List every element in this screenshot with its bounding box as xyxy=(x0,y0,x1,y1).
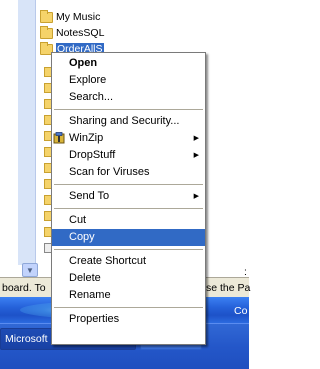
tree-item-notessql[interactable]: NotesSQL xyxy=(40,25,105,40)
menu-item-properties[interactable]: Properties xyxy=(52,311,205,328)
menu-item-search[interactable]: Search... xyxy=(52,89,205,106)
menu-separator xyxy=(54,307,203,308)
menu-item-label: Sharing and Security... xyxy=(69,115,180,127)
menu-item-cut[interactable]: Cut xyxy=(52,212,205,229)
menu-separator xyxy=(54,109,203,110)
menu-item-label: Open xyxy=(69,57,98,69)
menu-item-label: Rename xyxy=(69,289,111,301)
menu-item-label: Create Shortcut xyxy=(69,255,147,267)
submenu-arrow-icon: ▶ xyxy=(193,152,199,159)
folder-icon xyxy=(40,25,53,39)
menu-item-label: Scan for Viruses xyxy=(69,166,150,178)
tree-item-label: My Music xyxy=(56,10,101,23)
document-text-left: board. To xyxy=(2,282,46,294)
menu-item-sharing-security[interactable]: Sharing and Security... xyxy=(52,113,205,130)
submenu-arrow-icon: ▶ xyxy=(193,135,199,142)
menu-item-label: DropStuff xyxy=(69,149,116,161)
banner-text: Co xyxy=(234,305,248,317)
menu-item-rename[interactable]: Rename xyxy=(52,287,205,304)
menu-item-label: Search... xyxy=(69,91,114,103)
tree-item-my-music[interactable]: My Music xyxy=(40,9,101,24)
tree-item-label: NotesSQL xyxy=(56,26,105,39)
menu-item-copy[interactable]: Copy xyxy=(52,229,205,246)
chevron-down-icon: ▼ xyxy=(26,265,34,275)
document-text-right: se the Pa xyxy=(206,282,251,294)
submenu-arrow-icon: ▶ xyxy=(193,193,199,200)
menu-item-label: Properties xyxy=(69,313,120,325)
menu-separator xyxy=(54,184,203,185)
menu-item-dropstuff[interactable]: DropStuff ▶ xyxy=(52,147,205,164)
menu-item-delete[interactable]: Delete xyxy=(52,270,205,287)
menu-separator xyxy=(54,249,203,250)
winzip-icon xyxy=(53,132,65,144)
menu-item-explore[interactable]: Explore xyxy=(52,72,205,89)
menu-item-winzip[interactable]: WinZip ▶ xyxy=(52,130,205,147)
context-menu: Open Explore Search... Sharing and Secur… xyxy=(51,52,206,345)
menu-item-label: Delete xyxy=(69,272,101,284)
folder-icon xyxy=(40,9,53,23)
menu-item-send-to[interactable]: Send To ▶ xyxy=(52,188,205,205)
scroll-down-button[interactable]: ▼ xyxy=(22,263,38,277)
menu-item-label: Copy xyxy=(69,231,95,243)
menu-item-create-shortcut[interactable]: Create Shortcut xyxy=(52,253,205,270)
menu-item-label: Cut xyxy=(69,214,87,226)
menu-item-open[interactable]: Open xyxy=(52,55,205,72)
menu-separator xyxy=(54,208,203,209)
menu-item-scan-viruses[interactable]: Scan for Viruses xyxy=(52,164,205,181)
menu-item-label: Explore xyxy=(69,74,107,86)
menu-item-label: WinZip xyxy=(69,132,104,144)
menu-item-label: Send To xyxy=(69,190,110,202)
tree-pane-edge xyxy=(18,0,36,265)
